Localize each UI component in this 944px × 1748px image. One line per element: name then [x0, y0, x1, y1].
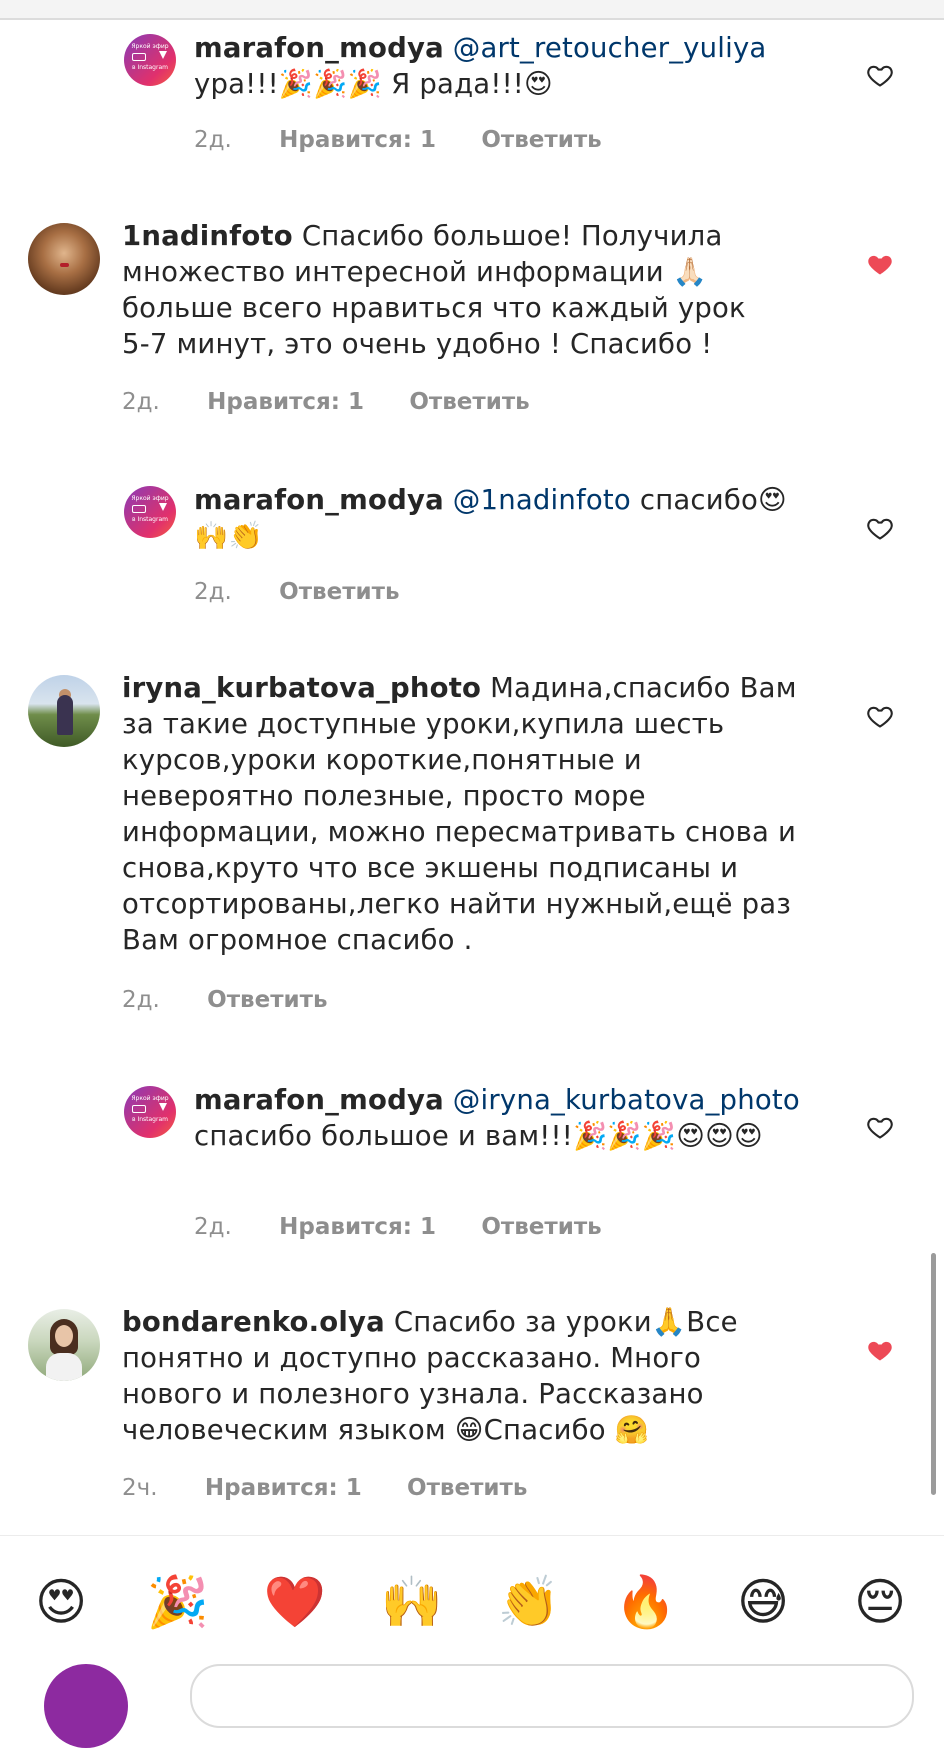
comment-meta: 2д. Ответить: [194, 577, 400, 607]
avatar-photo-detail: [57, 695, 73, 735]
comment-time: 2д.: [194, 127, 232, 153]
emoji-quick-bar: 😍 🎉 ❤️ 🙌 👏 🔥 😅 😔: [0, 1535, 944, 1661]
avatar-photo-detail: [60, 263, 69, 267]
avatar-label-top: Яркой эфир: [131, 495, 169, 502]
heart-filled-icon[interactable]: [866, 250, 894, 278]
comment-meta: 2д. Нравится: 1 Ответить: [122, 387, 530, 417]
comment-time: 2д.: [194, 1214, 232, 1240]
avatar-label-bottom: в Instagram: [132, 516, 168, 523]
comment-username[interactable]: 1nadinfoto: [122, 220, 293, 252]
comment-username[interactable]: marafon_modya: [194, 32, 444, 64]
comment-mention[interactable]: @1nadinfoto: [453, 484, 631, 516]
reply-button[interactable]: Ответить: [481, 1212, 601, 1242]
party-popper-emoji-button[interactable]: 🎉: [146, 1570, 210, 1634]
avatar[interactable]: Яркой эфир в Instagram: [124, 34, 176, 86]
avatar-badge: [132, 505, 146, 513]
comment-meta: 2ч. Нравится: 1 Ответить: [122, 1473, 527, 1503]
avatar-photo-detail: [55, 1325, 73, 1347]
comment-time: 2д.: [122, 987, 160, 1013]
send-icon: [159, 1103, 167, 1111]
avatar-badge: [132, 53, 146, 61]
scrollbar[interactable]: [931, 1253, 936, 1495]
comment-username[interactable]: iryna_kurbatova_photo: [122, 672, 481, 704]
avatar[interactable]: Яркой эфир в Instagram: [124, 486, 176, 538]
clapping-hands-emoji-button[interactable]: 👏: [497, 1570, 561, 1634]
avatar-badge: [132, 1105, 146, 1113]
comment-username[interactable]: marafon_modya: [194, 1084, 444, 1116]
comment-body: iryna_kurbatova_photo Мадина,спасибо Вам…: [122, 670, 822, 958]
avatar-photo-detail: [46, 1353, 82, 1381]
heart-outline-icon[interactable]: [866, 702, 894, 730]
heart-outline-icon[interactable]: [866, 61, 894, 89]
avatar-label-bottom: в Instagram: [132, 64, 168, 71]
sweat-smile-emoji-button[interactable]: 😅: [731, 1570, 795, 1634]
comment-body: bondarenko.olya Спасибо за уроки🙏Все пон…: [122, 1304, 772, 1448]
reply-button[interactable]: Ответить: [481, 125, 601, 155]
avatar-label-bottom: в Instagram: [132, 1116, 168, 1123]
pensive-face-emoji-button[interactable]: 😔: [848, 1570, 912, 1634]
comment-meta: 2д. Ответить: [122, 985, 328, 1015]
heart-outline-icon[interactable]: [866, 514, 894, 542]
avatar[interactable]: [28, 675, 100, 747]
comment-body: marafon_modya @art_retoucher_yuliya ура!…: [194, 30, 814, 102]
reply-button[interactable]: Ответить: [409, 387, 529, 417]
red-heart-emoji-button[interactable]: ❤️: [263, 1570, 327, 1634]
avatar-label-top: Яркой эфир: [131, 43, 169, 50]
own-avatar: [44, 1664, 128, 1748]
comment-likes[interactable]: Нравится: 1: [279, 125, 436, 155]
comment-username[interactable]: bondarenko.olya: [122, 1306, 385, 1338]
avatar[interactable]: [28, 223, 100, 295]
comment-likes[interactable]: Нравится: 1: [205, 1473, 362, 1503]
comment-username[interactable]: marafon_modya: [194, 484, 444, 516]
avatar-label-top: Яркой эфир: [131, 1095, 169, 1102]
comment-meta: 2д. Нравится: 1 Ответить: [194, 125, 602, 155]
fire-emoji-button[interactable]: 🔥: [614, 1570, 678, 1634]
send-icon: [159, 503, 167, 511]
avatar[interactable]: Яркой эфир в Instagram: [124, 1086, 176, 1138]
comment-text: ура!!!🎉🎉🎉 Я рада!!!😍: [194, 68, 553, 100]
send-icon: [159, 51, 167, 59]
heart-eyes-emoji-button[interactable]: 😍: [29, 1570, 93, 1634]
comment-time: 2ч.: [122, 1475, 158, 1501]
comment-time: 2д.: [194, 579, 232, 605]
raised-hands-emoji-button[interactable]: 🙌: [380, 1570, 444, 1634]
comment-likes[interactable]: Нравится: 1: [207, 387, 364, 417]
comment-body: marafon_modya @iryna_kurbatova_photo спа…: [194, 1082, 814, 1154]
comment-text: Мадина,спасибо Вам за такие доступные ур…: [122, 672, 797, 956]
comment-mention[interactable]: @iryna_kurbatova_photo: [453, 1084, 800, 1116]
comment-likes[interactable]: Нравится: 1: [279, 1212, 436, 1242]
comment-meta: 2д. Нравится: 1 Ответить: [194, 1212, 602, 1242]
comment-time: 2д.: [122, 389, 160, 415]
heart-outline-icon[interactable]: [866, 1113, 894, 1141]
comment-body: marafon_modya @1nadinfoto спасибо😍🙌👏: [194, 482, 794, 554]
reply-button[interactable]: Ответить: [279, 577, 399, 607]
heart-filled-icon[interactable]: [866, 1336, 894, 1364]
reply-button[interactable]: Ответить: [207, 985, 327, 1015]
comment-mention[interactable]: @art_retoucher_yuliya: [453, 32, 767, 64]
comment-body: 1nadinfoto Спасибо большое! Получила мно…: [122, 218, 762, 362]
reply-button[interactable]: Ответить: [407, 1473, 527, 1503]
top-status-strip: [0, 0, 944, 20]
avatar[interactable]: [28, 1309, 100, 1381]
comment-input[interactable]: [190, 1664, 914, 1728]
comment-text: спасибо большое и вам!!!🎉🎉🎉😍😍😍: [194, 1120, 763, 1152]
